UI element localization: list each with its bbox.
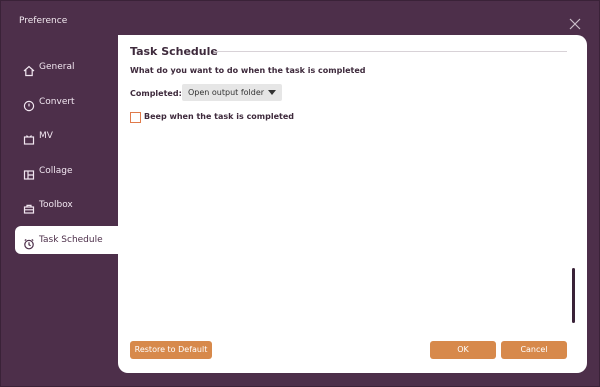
restore-default-button[interactable]: Restore to Default [130,341,212,359]
cancel-button[interactable]: Cancel [501,341,567,359]
convert-icon [23,96,35,112]
section-divider [214,51,567,52]
sidebar-item-general[interactable]: General [15,53,118,81]
beep-checkbox[interactable] [130,112,141,123]
sidebar-item-label: General [39,62,75,72]
sidebar-item-collage[interactable]: Collage [15,157,118,185]
titlebar: Preference [1,1,600,35]
task-question: What do you want to do when the task is … [130,66,366,75]
collage-icon [23,165,35,180]
close-icon[interactable] [569,15,581,30]
sidebar-item-label: Collage [39,166,73,176]
home-icon [23,61,35,77]
window-title: Preference [19,16,68,26]
completed-select-value: Open output folder [188,88,265,97]
completed-label: Completed: [130,89,182,98]
section-title: Task Schedule [130,45,218,58]
settings-panel: Task Schedule What do you want to do whe… [118,35,587,373]
sidebar-item-label: Task Schedule [39,235,103,245]
mv-icon [23,130,35,145]
beep-label[interactable]: Beep when the task is completed [144,112,294,121]
preference-window: Preference General Convert MV Collage To… [0,0,600,387]
sidebar-item-convert[interactable]: Convert [15,88,118,116]
completed-select[interactable]: Open output folder [182,84,282,101]
sidebar-item-task-schedule[interactable]: Task Schedule [15,226,118,254]
sidebar-item-toolbox[interactable]: Toolbox [15,191,118,219]
sidebar-item-label: Convert [39,97,75,107]
ok-button[interactable]: OK [430,341,496,359]
scrollbar-thumb[interactable] [572,268,575,323]
alarm-clock-icon [23,234,35,250]
sidebar-item-label: MV [39,131,53,141]
sidebar-item-label: Toolbox [39,200,73,210]
chevron-down-icon [268,90,276,95]
sidebar-item-mv[interactable]: MV [15,122,118,150]
toolbox-icon [23,199,35,214]
